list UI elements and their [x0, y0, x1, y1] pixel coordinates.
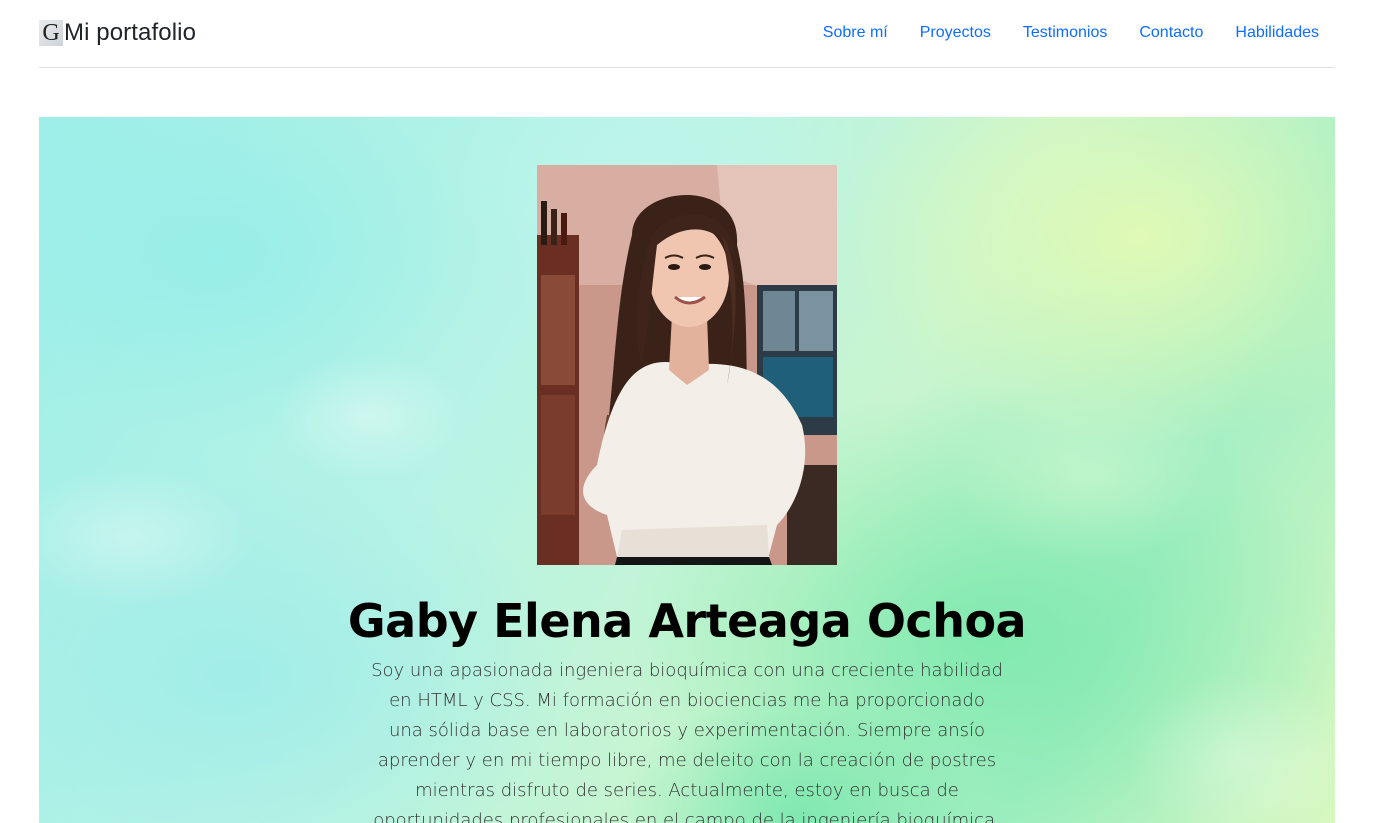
nav-link-habilidades[interactable]: Habilidades [1219, 22, 1319, 44]
nav-link-testimonios[interactable]: Testimonios [1007, 22, 1123, 44]
profile-photo [537, 165, 837, 565]
logo-icon: G [39, 20, 63, 46]
hero-description: Soy una apasionada ingeniera bioquímica … [371, 660, 1003, 823]
navbar: G Mi portafolio Sobre mí Proyectos Testi… [39, 0, 1335, 68]
nav-link-proyectos[interactable]: Proyectos [904, 22, 1007, 44]
nav-link-sobre-mi[interactable]: Sobre mí [807, 22, 904, 44]
page: G Mi portafolio Sobre mí Proyectos Testi… [0, 0, 1381, 823]
brand-title: Mi portafolio [64, 19, 197, 46]
brand-link[interactable]: G Mi portafolio [39, 17, 196, 49]
hero-section: Gaby Elena Arteaga Ochoa Soy una apasion… [39, 117, 1335, 823]
main-nav: Sobre mí Proyectos Testimonios Contacto … [807, 22, 1319, 44]
nav-link-contacto[interactable]: Contacto [1123, 22, 1219, 44]
hero-title: Gaby Elena Arteaga Ochoa [347, 594, 1027, 648]
